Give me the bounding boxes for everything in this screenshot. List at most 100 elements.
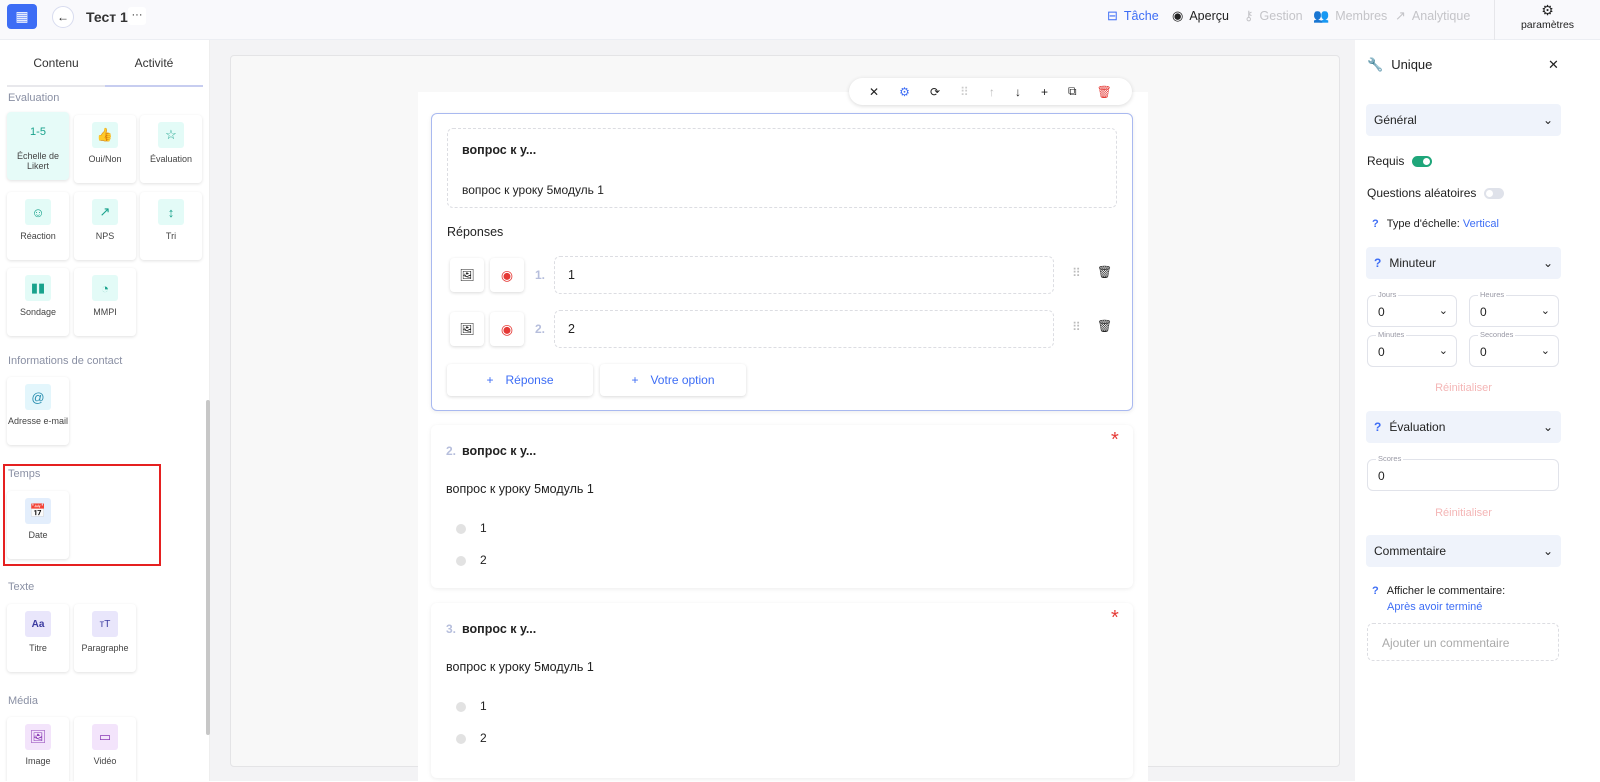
question-text: вопрос к уроку 5модуль 1 <box>446 482 594 496</box>
tile-label: Oui/Non <box>88 154 122 164</box>
question-header: 2. вопрос к у... <box>446 444 536 458</box>
add-option-button[interactable]: + Votre option <box>600 364 746 396</box>
add-image-button[interactable]: 🖼 <box>450 258 484 292</box>
tile-sondage[interactable]: ▮▮ Sondage <box>7 268 69 336</box>
pie-icon: ◔ <box>92 275 118 301</box>
random-toggle[interactable] <box>1484 188 1505 200</box>
option[interactable]: 1 <box>456 699 487 713</box>
option[interactable]: 2 <box>456 553 487 567</box>
drag-handle-icon[interactable]: ⠿ <box>1072 266 1081 280</box>
panel-title: Unique <box>1391 57 1433 72</box>
nav-apercu[interactable]: ◉ Aperçu <box>1172 8 1229 24</box>
nav-tache[interactable]: ⊟ Tâche <box>1107 8 1159 24</box>
tile-nps[interactable]: ↗ NPS <box>74 192 136 260</box>
drag-handle-icon[interactable]: ⠿ <box>960 85 969 99</box>
hours-select[interactable]: Heures 0 ⌄ <box>1469 290 1559 327</box>
drag-handle-icon[interactable]: ⠿ <box>1072 320 1081 334</box>
trash-icon[interactable]: 🗑 <box>1097 319 1112 333</box>
tile-oui-non[interactable]: 👍 Oui/Non <box>74 115 136 183</box>
copy-icon[interactable]: ⧉ <box>1068 84 1077 99</box>
bars-icon: ▮▮ <box>25 275 51 301</box>
button-label: Réponse <box>505 373 554 387</box>
close-icon[interactable]: ✕ <box>869 85 879 99</box>
tile-mmpi[interactable]: ◔ MMPI <box>74 268 136 336</box>
tile-evaluation[interactable]: ☆ Évaluation <box>140 115 202 183</box>
nav-gestion[interactable]: ⚷ Gestion <box>1244 8 1303 24</box>
more-button[interactable]: ··· <box>128 7 146 25</box>
correct-toggle[interactable]: ◉ <box>490 258 524 292</box>
option[interactable]: 2 <box>456 731 487 745</box>
back-button[interactable]: ← <box>52 6 74 28</box>
accordion-timer[interactable]: ? Minuteur ⌄ <box>1366 247 1561 279</box>
question-card-1[interactable]: вопрос к у... вопрос к уроку 5модуль 1 R… <box>431 113 1133 411</box>
tile-image[interactable]: 🖼 Image <box>7 717 69 781</box>
option[interactable]: 1 <box>456 521 487 535</box>
page-title: Тест 1 <box>86 9 128 25</box>
close-icon[interactable]: ✕ <box>1548 57 1559 73</box>
nav-label: Tâche <box>1123 9 1159 23</box>
answer-input[interactable]: 2 <box>554 310 1054 348</box>
tab-activite[interactable]: Activité <box>105 40 203 87</box>
sidebar-tabs: Contenu Activité <box>7 40 203 87</box>
smiley-icon: ☺ <box>25 199 51 225</box>
briefcase-icon: ⊟ <box>1107 8 1118 23</box>
accordion-label: Commentaire <box>1374 544 1447 558</box>
days-select[interactable]: Jours 0 ⌄ <box>1367 290 1457 327</box>
required-row: Requis <box>1367 154 1433 168</box>
reset-scores-button[interactable]: Réinitialiser <box>1366 507 1561 519</box>
nav-analytique[interactable]: ↗ Analytique <box>1395 8 1470 24</box>
question-text-box[interactable]: вопрос к у... вопрос к уроку 5модуль 1 <box>447 128 1117 208</box>
tile-likert[interactable]: 1-5 Échelle de Likert <box>7 112 69 180</box>
answer-number: 1. <box>535 268 546 282</box>
required-asterisk: * <box>1111 429 1119 451</box>
tile-tri[interactable]: ↕ Tri <box>140 192 202 260</box>
answer-input[interactable]: 1 <box>554 256 1054 294</box>
tile-titre[interactable]: Aa Titre <box>7 604 69 672</box>
required-toggle[interactable] <box>1412 156 1433 168</box>
nav-membres[interactable]: 👥 Membres <box>1313 8 1387 24</box>
seconds-select[interactable]: Secondes 0 ⌄ <box>1469 330 1559 367</box>
plus-icon[interactable]: + <box>1041 85 1048 99</box>
arrow-up-icon[interactable]: ↑ <box>989 85 995 99</box>
trash-icon[interactable]: 🗑 <box>1097 265 1112 279</box>
scale-type-value[interactable]: Vertical <box>1463 218 1499 230</box>
accordion-comment[interactable]: Commentaire ⌄ <box>1366 535 1561 567</box>
question-card-3[interactable]: 3. вопрос к у... * вопрос к уроку 5модуль… <box>431 603 1133 778</box>
reset-timer-button[interactable]: Réinitialiser <box>1366 382 1561 394</box>
tile-paragraphe[interactable]: тT Paragraphe <box>74 604 136 672</box>
correct-toggle[interactable]: ◉ <box>490 312 524 346</box>
accordion-evaluation[interactable]: ? Évaluation ⌄ <box>1366 411 1561 443</box>
comment-input[interactable]: Ajouter un commentaire <box>1367 623 1559 661</box>
tile-label: Échelle de Likert <box>16 151 60 171</box>
tab-contenu[interactable]: Contenu <box>7 40 105 85</box>
tile-video[interactable]: ▭ Vidéo <box>74 717 136 781</box>
field-label: Scores <box>1376 454 1404 463</box>
tile-email[interactable]: @ Adresse e-mail <box>7 377 69 445</box>
option-label: 2 <box>480 731 487 745</box>
question-title: вопрос к у... <box>462 143 537 157</box>
settings-button[interactable]: ⚙ paramètres <box>1494 0 1600 40</box>
tile-reaction[interactable]: ☺ Réaction <box>7 192 69 260</box>
apps-grid-button[interactable]: ▦ <box>7 4 37 29</box>
tile-label: NPS <box>95 231 115 241</box>
refresh-icon[interactable]: ⟳ <box>930 85 940 99</box>
accordion-general[interactable]: Général ⌄ <box>1366 104 1561 136</box>
tile-label: MMPI <box>93 307 117 317</box>
arrow-left-icon: ← <box>57 10 69 24</box>
answers-label: Réponses <box>447 225 504 239</box>
gear-icon[interactable]: ⚙ <box>899 85 910 99</box>
answer-number: 2. <box>535 322 546 336</box>
arrow-down-icon[interactable]: ↓ <box>1015 85 1021 99</box>
add-image-button[interactable]: 🖼 <box>450 312 484 346</box>
scores-input[interactable]: Scores 0 <box>1367 454 1559 491</box>
show-comment-value[interactable]: Après avoir terminé <box>1387 601 1482 613</box>
trash-icon[interactable]: 🗑 <box>1097 85 1112 99</box>
field-label: Heures <box>1478 290 1507 299</box>
users-icon: 👥 <box>1313 8 1330 23</box>
minutes-select[interactable]: Minutes 0 ⌄ <box>1367 330 1457 367</box>
question-card-2[interactable]: 2. вопрос к у... * вопрос к уроку 5модуль… <box>431 425 1133 588</box>
question-text: вопрос к уроку 5модуль 1 <box>446 660 594 674</box>
grid-icon: ▦ <box>15 8 29 24</box>
add-answer-button[interactable]: + Réponse <box>447 364 593 396</box>
tile-label: Adresse e-mail <box>7 416 69 426</box>
